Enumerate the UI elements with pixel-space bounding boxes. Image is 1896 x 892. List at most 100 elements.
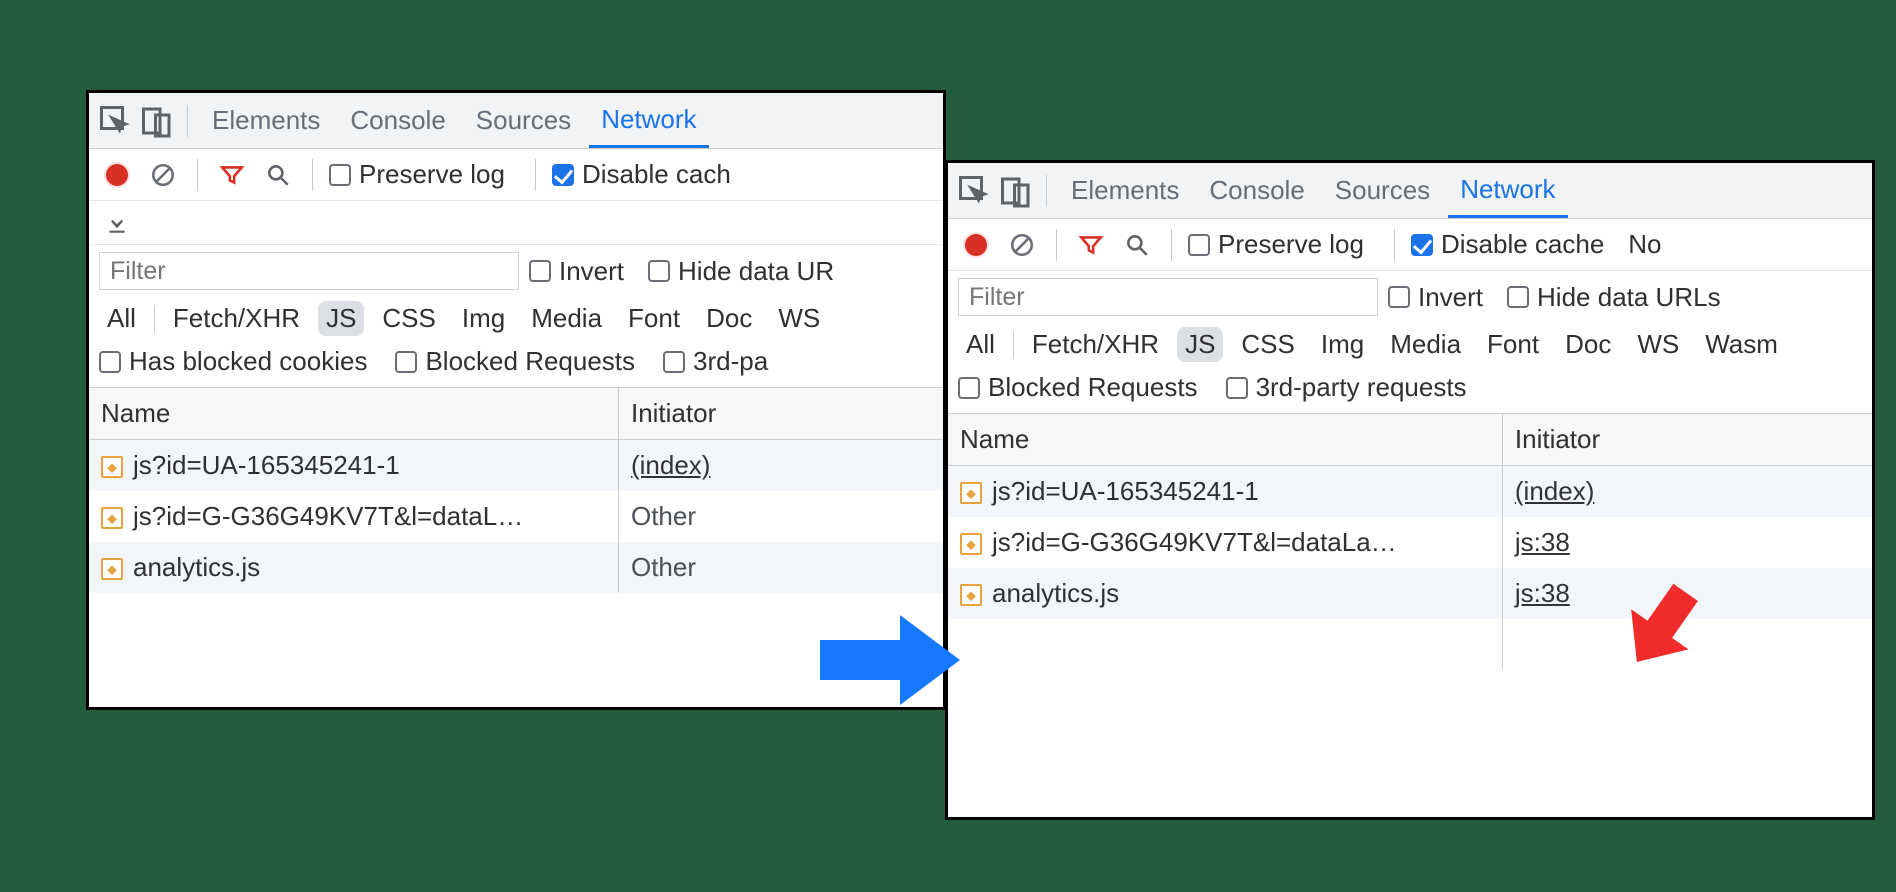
record-button[interactable] [958, 227, 994, 263]
preserve-log-option[interactable]: Preserve log [1188, 229, 1364, 260]
disable-cache-label: Disable cache [1441, 229, 1604, 260]
extra-filters: Blocked Requests 3rd-party requests [948, 368, 1872, 414]
js-file-icon: ⬥ [101, 507, 123, 529]
extra-filters: Has blocked cookies Blocked Requests 3rd… [89, 342, 943, 388]
network-table: Name Initiator ⬥js?id=UA-165345241-1 (in… [89, 388, 943, 593]
devtools-panel-after: Elements Console Sources Network Preserv… [945, 160, 1875, 820]
separator [1046, 175, 1047, 207]
tab-network[interactable]: Network [589, 93, 708, 148]
request-initiator[interactable]: (index) [1502, 466, 1872, 518]
devtools-tabs: Elements Console Sources Network [948, 163, 1872, 219]
third-party-option[interactable]: 3rd-party requests [1226, 372, 1467, 403]
download-icon[interactable] [99, 205, 135, 241]
tab-network[interactable]: Network [1448, 163, 1567, 218]
request-initiator[interactable]: (index) [618, 440, 943, 492]
separator [312, 159, 313, 191]
separator [187, 105, 188, 137]
has-blocked-cookies-label: Has blocked cookies [129, 346, 367, 377]
chip-all[interactable]: All [99, 301, 144, 336]
chip-fetch-xhr[interactable]: Fetch/XHR [1024, 327, 1167, 362]
separator [1056, 229, 1057, 261]
tab-console[interactable]: Console [1197, 163, 1316, 218]
device-toggle-icon[interactable] [998, 173, 1034, 209]
third-party-label: 3rd-pa [693, 346, 768, 377]
request-name[interactable]: ⬥js?id=G-G36G49KV7T&l=dataLa… [948, 517, 1502, 568]
col-initiator-header[interactable]: Initiator [1502, 414, 1872, 466]
tab-console[interactable]: Console [338, 93, 457, 148]
chip-js[interactable]: JS [1177, 327, 1223, 362]
chip-fetch-xhr[interactable]: Fetch/XHR [165, 301, 308, 336]
tab-elements[interactable]: Elements [200, 93, 332, 148]
hide-data-urls-option[interactable]: Hide data URLs [1507, 282, 1721, 313]
inspect-icon[interactable] [97, 103, 133, 139]
request-name[interactable]: ⬥analytics.js [89, 542, 618, 593]
chip-ws[interactable]: WS [1629, 327, 1687, 362]
clear-icon[interactable] [1004, 227, 1040, 263]
invert-label: Invert [559, 256, 624, 287]
request-name[interactable]: ⬥js?id=UA-165345241-1 [89, 440, 618, 492]
chip-media[interactable]: Media [1382, 327, 1469, 362]
preserve-log-label: Preserve log [1218, 229, 1364, 260]
chip-css[interactable]: CSS [374, 301, 443, 336]
search-icon[interactable] [1119, 227, 1155, 263]
download-row [89, 201, 943, 245]
device-toggle-icon[interactable] [139, 103, 175, 139]
disable-cache-option[interactable]: Disable cache [1411, 229, 1604, 260]
disable-cache-option[interactable]: Disable cach [552, 159, 731, 190]
tab-elements[interactable]: Elements [1059, 163, 1191, 218]
request-name[interactable]: ⬥js?id=G-G36G49KV7T&l=dataL… [89, 491, 618, 542]
truncated-option: No [1628, 229, 1661, 260]
filter-input[interactable] [958, 278, 1378, 316]
hide-data-urls-option[interactable]: Hide data UR [648, 256, 834, 287]
col-name-header[interactable]: Name [89, 388, 618, 440]
blocked-requests-option[interactable]: Blocked Requests [395, 346, 635, 377]
preserve-log-option[interactable]: Preserve log [329, 159, 505, 190]
chip-doc[interactable]: Doc [1557, 327, 1619, 362]
chip-css[interactable]: CSS [1233, 327, 1302, 362]
hide-data-urls-label: Hide data URLs [1537, 282, 1721, 313]
js-file-icon: ⬥ [960, 533, 982, 555]
inspect-icon[interactable] [956, 173, 992, 209]
col-name-header[interactable]: Name [948, 414, 1502, 466]
network-table: Name Initiator ⬥js?id=UA-165345241-1 (in… [948, 414, 1872, 670]
separator [1171, 229, 1172, 261]
filter-icon[interactable] [1073, 227, 1109, 263]
invert-option[interactable]: Invert [1388, 282, 1483, 313]
network-toolbar: Preserve log Disable cache No [948, 219, 1872, 271]
chip-font[interactable]: Font [1479, 327, 1547, 362]
third-party-option[interactable]: 3rd-pa [663, 346, 768, 377]
request-initiator[interactable]: Other [618, 491, 943, 542]
request-initiator[interactable]: Other [618, 542, 943, 593]
chip-all[interactable]: All [958, 327, 1003, 362]
tab-sources[interactable]: Sources [464, 93, 583, 148]
js-file-icon: ⬥ [960, 482, 982, 504]
chip-media[interactable]: Media [523, 301, 610, 336]
preserve-log-label: Preserve log [359, 159, 505, 190]
chip-img[interactable]: Img [1313, 327, 1372, 362]
invert-option[interactable]: Invert [529, 256, 624, 287]
blocked-requests-option[interactable]: Blocked Requests [958, 372, 1198, 403]
filter-icon[interactable] [214, 157, 250, 193]
chip-img[interactable]: Img [454, 301, 513, 336]
chip-font[interactable]: Font [620, 301, 688, 336]
tab-sources[interactable]: Sources [1323, 163, 1442, 218]
filter-input[interactable] [99, 252, 519, 290]
col-initiator-header[interactable]: Initiator [618, 388, 943, 440]
blocked-requests-label: Blocked Requests [425, 346, 635, 377]
request-name[interactable]: ⬥js?id=UA-165345241-1 [948, 466, 1502, 518]
chip-doc[interactable]: Doc [698, 301, 760, 336]
search-icon[interactable] [260, 157, 296, 193]
chip-ws[interactable]: WS [770, 301, 828, 336]
record-button[interactable] [99, 157, 135, 193]
js-file-icon: ⬥ [101, 456, 123, 478]
chip-js[interactable]: JS [318, 301, 364, 336]
request-name[interactable]: ⬥analytics.js [948, 568, 1502, 619]
devtools-tabs: Elements Console Sources Network [89, 93, 943, 149]
clear-icon[interactable] [145, 157, 181, 193]
has-blocked-cookies-option[interactable]: Has blocked cookies [99, 346, 367, 377]
chip-wasm[interactable]: Wasm [1697, 327, 1786, 362]
network-toolbar: Preserve log Disable cach [89, 149, 943, 201]
type-filter-chips: All Fetch/XHR JS CSS Img Media Font Doc … [948, 323, 1872, 368]
filter-row: Invert Hide data URLs [948, 271, 1872, 323]
request-initiator[interactable]: js:38 [1502, 517, 1872, 568]
